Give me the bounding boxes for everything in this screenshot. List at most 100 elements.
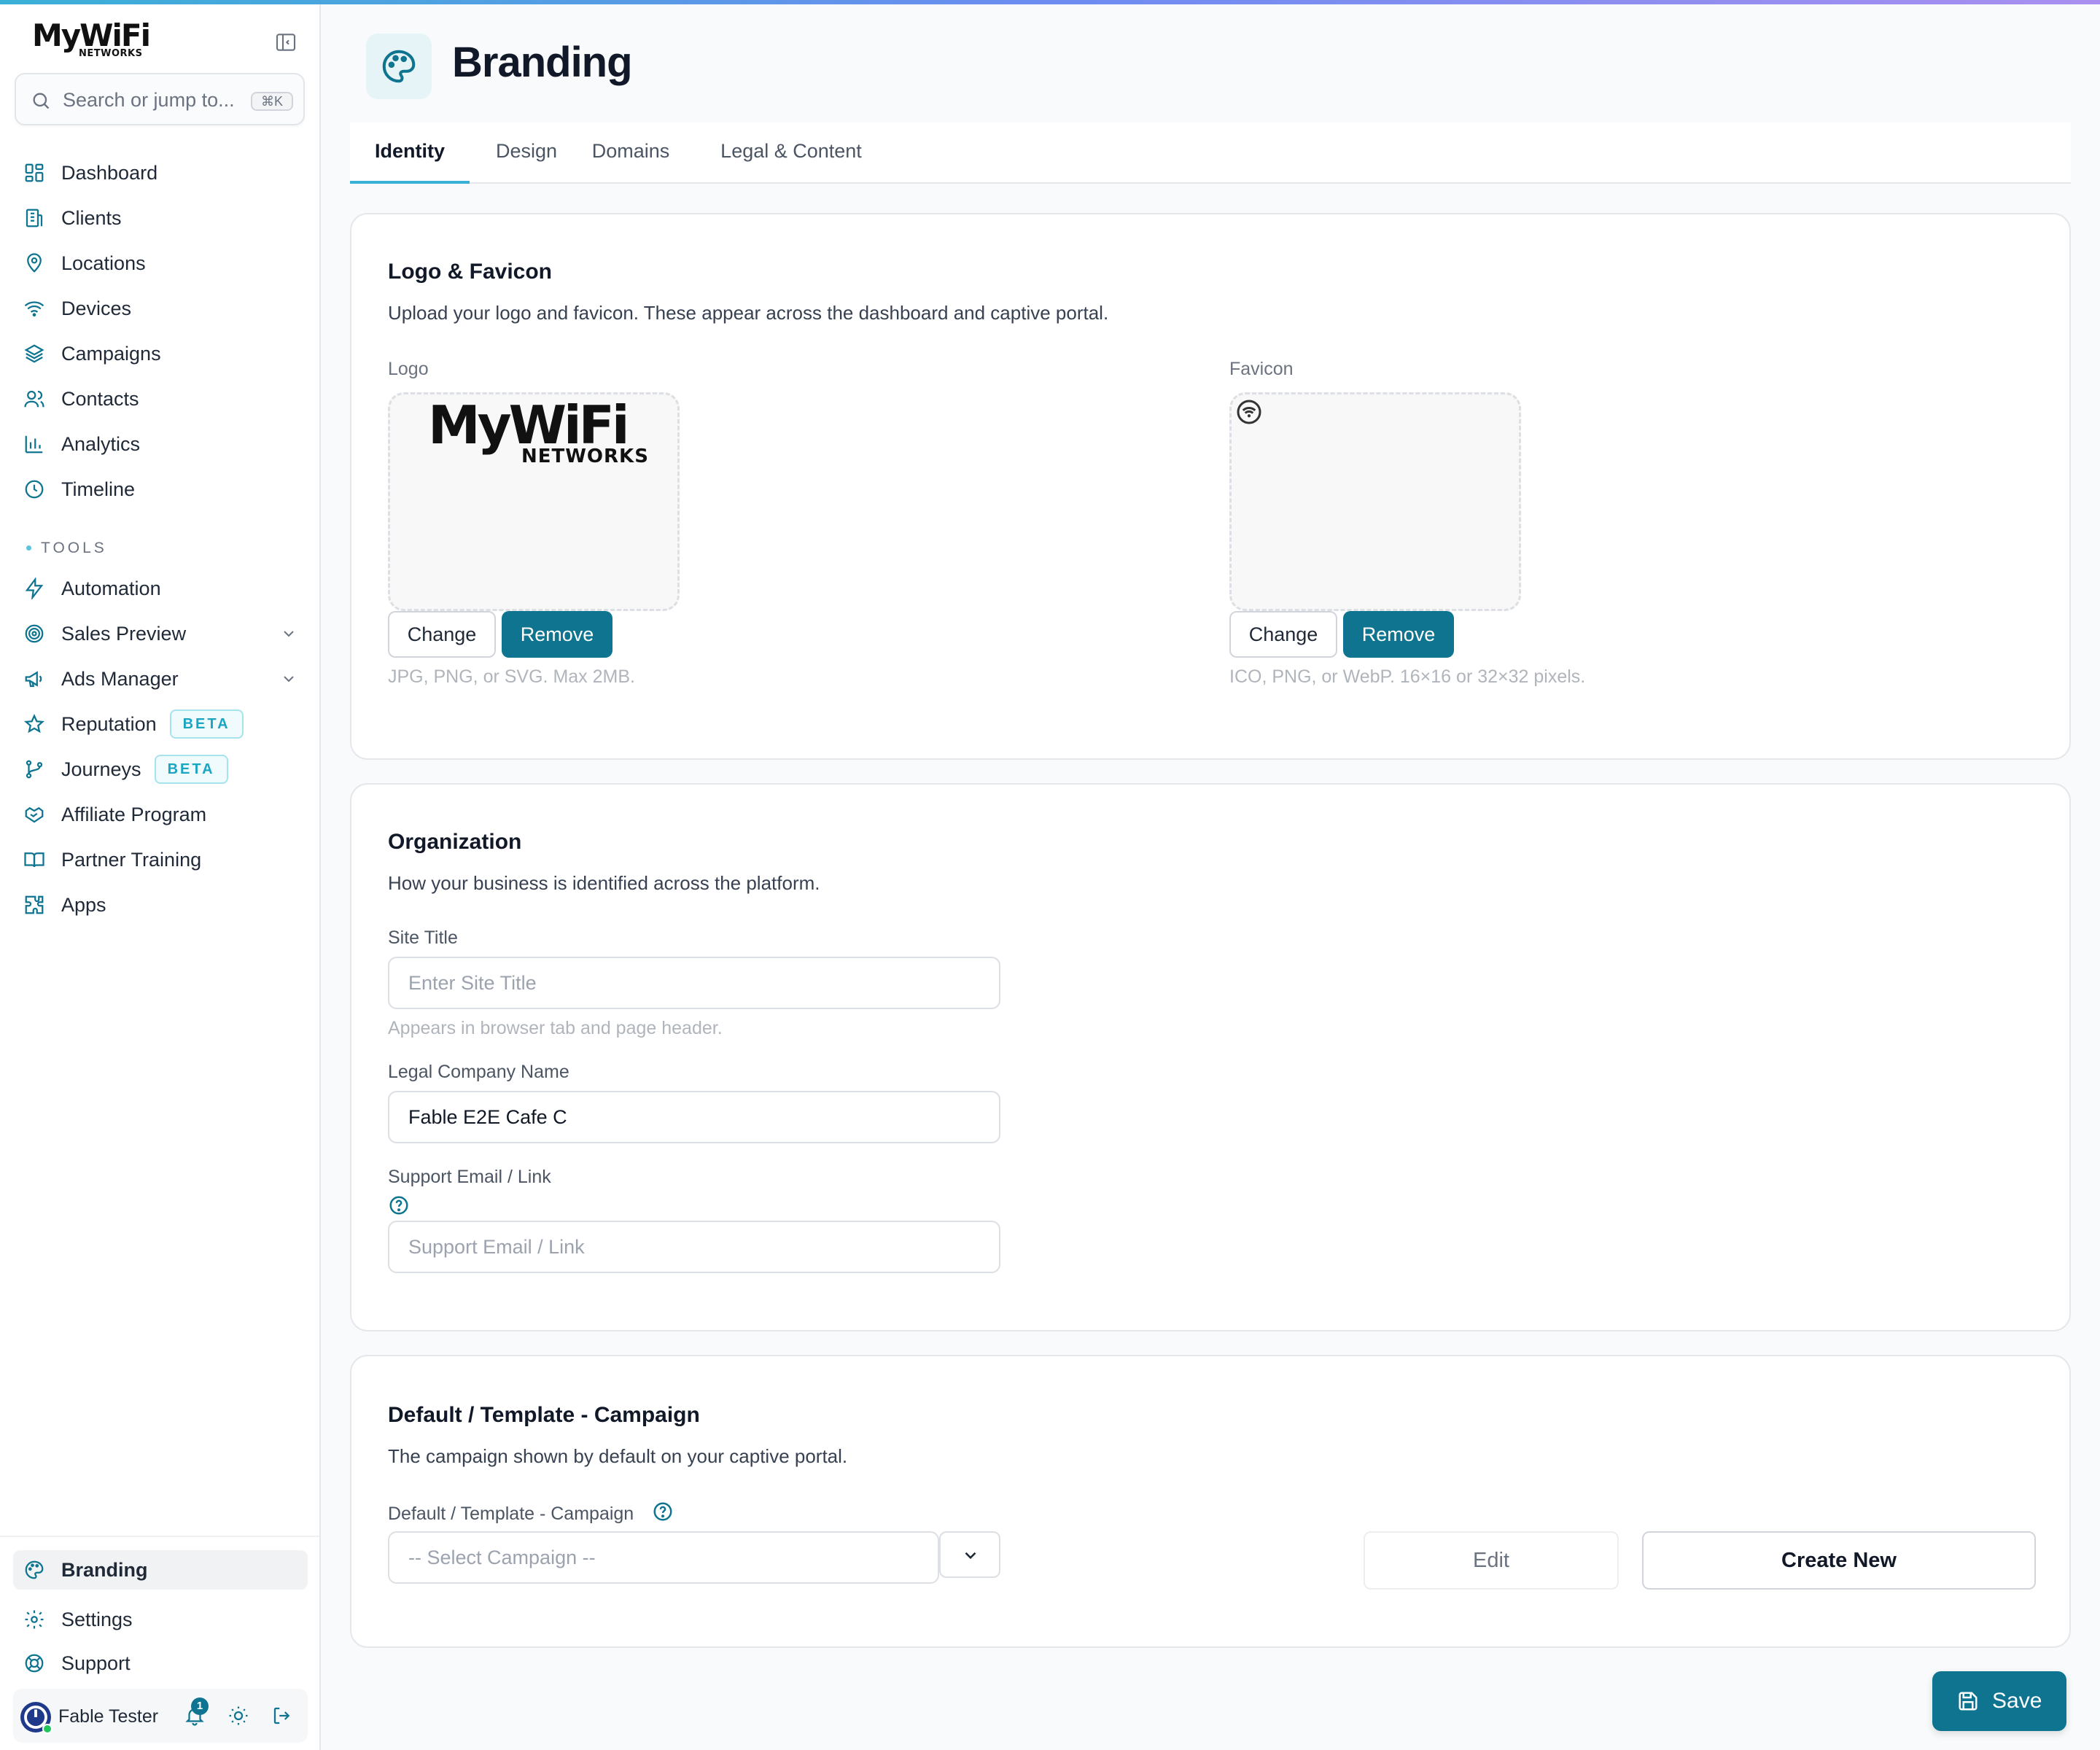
sidebar-item-label: Support bbox=[61, 1652, 131, 1674]
legal-name-input[interactable]: Fable E2E Cafe C bbox=[388, 1091, 1000, 1143]
dashboard-icon bbox=[23, 162, 45, 184]
campaign-field-label: Default / Template - Campaign bbox=[388, 1504, 634, 1524]
help-icon[interactable] bbox=[652, 1501, 674, 1522]
logo-change-button[interactable]: Change bbox=[388, 611, 496, 658]
logo-preview: MyWiFi NETWORKS bbox=[428, 394, 648, 472]
support-input[interactable]: Support Email / Link bbox=[388, 1221, 1000, 1273]
wifi-icon bbox=[23, 298, 45, 319]
campaign-select-toggle[interactable] bbox=[939, 1531, 1000, 1578]
layers-icon bbox=[23, 343, 45, 365]
card-description: How your business is identified across t… bbox=[388, 872, 820, 894]
sidebar-item-branding[interactable]: Branding bbox=[13, 1550, 308, 1590]
sidebar: MyWiFi NETWORKS Search or jump to... ⌘K … bbox=[0, 4, 321, 1750]
save-button[interactable]: Save bbox=[1932, 1671, 2066, 1731]
sidebar-item-partner-training[interactable]: Partner Training bbox=[13, 840, 308, 879]
sidebar-item-clients[interactable]: Clients bbox=[13, 198, 308, 238]
sidebar-item-devices[interactable]: Devices bbox=[13, 289, 308, 328]
puzzle-icon bbox=[23, 894, 45, 916]
user-profile: Fable Tester 1 bbox=[13, 1689, 308, 1743]
sidebar-item-label: Affiliate Program bbox=[61, 803, 207, 825]
brand-name: MyWiFi bbox=[32, 18, 151, 53]
sidebar-item-label: Apps bbox=[61, 893, 106, 916]
sidebar-item-label: Contacts bbox=[61, 387, 139, 410]
logo-remove-button[interactable]: Remove bbox=[502, 611, 612, 658]
favicon-change-button[interactable]: Change bbox=[1229, 611, 1337, 658]
sidebar-item-support[interactable]: Support bbox=[13, 1644, 308, 1683]
organization-card: Organization How your business is identi… bbox=[350, 783, 2071, 1331]
sidebar-item-dashboard[interactable]: Dashboard bbox=[13, 153, 308, 192]
sidebar-item-label: Campaigns bbox=[61, 342, 161, 365]
sidebar-item-label: Dashboard bbox=[61, 161, 158, 184]
branding-header-icon bbox=[366, 34, 432, 99]
logo-dropzone[interactable]: MyWiFi NETWORKS bbox=[388, 392, 680, 611]
support-label: Support Email / Link bbox=[388, 1167, 551, 1187]
chevron-down-icon[interactable] bbox=[280, 670, 298, 688]
tab-legal-content[interactable]: Legal & Content bbox=[700, 122, 882, 184]
campaign-select[interactable]: -- Select Campaign -- bbox=[388, 1531, 939, 1584]
create-campaign-button[interactable]: Create New bbox=[1642, 1531, 2036, 1590]
tab-identity[interactable]: Identity bbox=[350, 122, 470, 184]
logout-icon[interactable] bbox=[271, 1705, 293, 1727]
tab-domains[interactable]: Domains bbox=[583, 122, 678, 184]
sidebar-item-ads-manager[interactable]: Ads Manager bbox=[13, 659, 308, 699]
sidebar-item-contacts[interactable]: Contacts bbox=[13, 379, 308, 419]
avatar[interactable] bbox=[20, 1702, 52, 1734]
palette-icon bbox=[23, 1559, 45, 1581]
favicon-remove-button[interactable]: Remove bbox=[1343, 611, 1454, 658]
building-icon bbox=[23, 207, 45, 229]
target-icon bbox=[23, 623, 45, 645]
logo-label: Logo bbox=[388, 359, 429, 379]
bar-chart-icon bbox=[23, 433, 45, 455]
favicon-dropzone[interactable] bbox=[1229, 392, 1521, 611]
sidebar-item-campaigns[interactable]: Campaigns bbox=[13, 334, 308, 373]
sidebar-item-label: Partner Training bbox=[61, 848, 202, 871]
sidebar-item-timeline[interactable]: Timeline bbox=[13, 470, 308, 509]
sidebar-item-label: Branding bbox=[61, 1558, 148, 1581]
favicon-hint: ICO, PNG, or WebP. 16×16 or 32×32 pixels… bbox=[1229, 666, 1586, 687]
legal-name-label: Legal Company Name bbox=[388, 1062, 569, 1082]
edit-campaign-button[interactable]: Edit bbox=[1364, 1531, 1619, 1590]
logo-preview-name: MyWiFi bbox=[428, 394, 630, 456]
brand-logo[interactable]: MyWiFi NETWORKS bbox=[32, 18, 151, 64]
tab-design[interactable]: Design bbox=[484, 122, 569, 184]
sidebar-item-locations[interactable]: Locations bbox=[13, 244, 308, 283]
search-input[interactable]: Search or jump to... ⌘K bbox=[15, 73, 305, 125]
notification-count-badge: 1 bbox=[191, 1698, 209, 1715]
sidebar-item-reputation[interactable]: Reputation BETA bbox=[13, 704, 308, 744]
search-placeholder: Search or jump to... bbox=[63, 89, 235, 111]
gear-icon bbox=[23, 1609, 45, 1630]
beta-badge: BETA bbox=[154, 755, 228, 784]
branch-icon bbox=[23, 758, 45, 780]
help-icon[interactable] bbox=[388, 1194, 410, 1216]
sidebar-item-affiliate-program[interactable]: Affiliate Program bbox=[13, 795, 308, 834]
user-name: Fable Tester bbox=[58, 1706, 159, 1727]
card-title: Logo & Favicon bbox=[388, 260, 552, 284]
sidebar-item-label: Timeline bbox=[61, 478, 136, 500]
sidebar-item-sales-preview[interactable]: Sales Preview bbox=[13, 614, 308, 653]
lightning-icon bbox=[23, 577, 45, 601]
sidebar-item-analytics[interactable]: Analytics bbox=[13, 424, 308, 464]
site-title-input[interactable]: Enter Site Title bbox=[388, 957, 1000, 1009]
chevron-down-icon[interactable] bbox=[280, 625, 298, 642]
sidebar-item-apps[interactable]: Apps bbox=[13, 885, 308, 925]
sun-icon[interactable] bbox=[228, 1705, 249, 1727]
sidebar-item-label: Ads Manager bbox=[61, 667, 179, 690]
sidebar-item-automation[interactable]: Automation bbox=[13, 569, 308, 608]
sidebar-item-settings[interactable]: Settings bbox=[13, 1600, 308, 1639]
sidebar-item-label: Journeys bbox=[61, 758, 141, 780]
sidebar-item-label: Analytics bbox=[61, 432, 141, 455]
clock-icon bbox=[23, 478, 45, 500]
page-title: Branding bbox=[452, 39, 633, 86]
online-status-dot bbox=[42, 1724, 52, 1734]
map-pin-icon bbox=[23, 252, 45, 274]
sidebar-divider bbox=[0, 1536, 319, 1537]
sidebar-collapse-icon[interactable] bbox=[274, 31, 298, 54]
users-icon bbox=[23, 388, 45, 410]
sidebar-item-journeys[interactable]: Journeys BETA bbox=[13, 750, 308, 789]
sidebar-item-label: Sales Preview bbox=[61, 622, 187, 645]
tools-section-label: TOOLS bbox=[41, 540, 107, 556]
favicon-label: Favicon bbox=[1229, 359, 1294, 379]
sidebar-item-label: Settings bbox=[61, 1608, 133, 1630]
search-icon bbox=[31, 90, 51, 111]
save-button-label: Save bbox=[1992, 1689, 2042, 1713]
